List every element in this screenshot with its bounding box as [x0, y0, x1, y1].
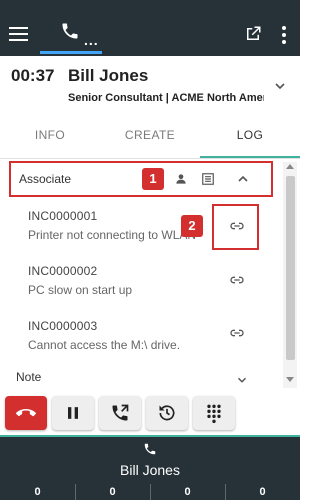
transfer-call-button[interactable] [99, 396, 141, 430]
footer-caller-name[interactable]: Bill Jones [0, 462, 300, 478]
end-call-icon [16, 409, 36, 417]
top-app-bar: ... [0, 0, 300, 56]
incident-description: PC slow on start up [28, 283, 133, 297]
phone-icon [144, 443, 156, 455]
associate-section-header[interactable]: Associate 1 [9, 161, 273, 197]
history-icon [159, 405, 175, 421]
scroll-up-arrow-icon[interactable] [286, 164, 294, 169]
call-history-button[interactable] [146, 396, 188, 430]
tab-info[interactable]: INFO [0, 116, 100, 158]
transfer-call-icon [112, 404, 129, 421]
tab-bar: INFO CREATE LOG [0, 116, 300, 158]
person-icon[interactable] [174, 172, 188, 186]
incident-id: INC0000002 [28, 264, 98, 278]
hamburger-menu-icon[interactable] [9, 27, 28, 42]
tab-divider [0, 158, 300, 159]
incident-id: INC0000003 [28, 319, 98, 333]
caller-subtitle: Senior Consultant | ACME North America [68, 92, 264, 104]
end-call-button[interactable] [5, 396, 47, 430]
link-icon[interactable] [229, 325, 245, 341]
tab-log[interactable]: LOG [200, 116, 300, 158]
more-vertical-icon[interactable] [277, 25, 291, 45]
note-label[interactable]: Note [16, 370, 41, 384]
link-icon[interactable] [229, 218, 245, 234]
active-call-tab[interactable]: ... [40, 18, 102, 54]
scrollbar-thumb[interactable] [286, 176, 295, 360]
call-timer: 00:37 [11, 66, 55, 85]
annotation-badge-1: 1 [142, 168, 164, 190]
list-icon[interactable] [201, 172, 215, 186]
counter-value: 0 [259, 486, 266, 498]
dialpad-icon [207, 404, 221, 423]
scroll-down-arrow-icon[interactable] [286, 377, 294, 382]
phone-icon [62, 23, 78, 39]
chevron-down-icon[interactable] [272, 78, 288, 94]
footer-counters: 0 0 0 0 [0, 484, 300, 500]
incident-item[interactable]: INC0000003 Cannot access the M:\ drive. [28, 319, 258, 352]
incident-description: Cannot access the M:\ drive. [28, 338, 181, 352]
counter-value: 0 [109, 486, 116, 498]
call-tab-label: ... [84, 32, 99, 48]
tab-create[interactable]: CREATE [100, 116, 200, 158]
incident-item[interactable]: INC0000002 PC slow on start up [28, 264, 258, 297]
active-tab-underline [40, 51, 102, 54]
hold-call-button[interactable] [52, 396, 94, 430]
caller-name: Bill Jones [68, 66, 149, 85]
dialpad-button[interactable] [193, 396, 235, 430]
annotation-badge-2: 2 [181, 215, 203, 237]
counter-value: 0 [34, 486, 41, 498]
external-link-icon[interactable] [244, 25, 262, 43]
footer-accent-line [0, 435, 300, 437]
counter-value: 0 [184, 486, 191, 498]
associate-label: Associate [19, 172, 72, 186]
call-header: 00:37 Bill Jones Senior Consultant | ACM… [0, 56, 300, 116]
chevron-up-icon[interactable] [235, 171, 251, 187]
link-icon[interactable] [229, 272, 245, 288]
pause-icon [68, 407, 78, 419]
chevron-down-icon[interactable] [235, 373, 249, 387]
